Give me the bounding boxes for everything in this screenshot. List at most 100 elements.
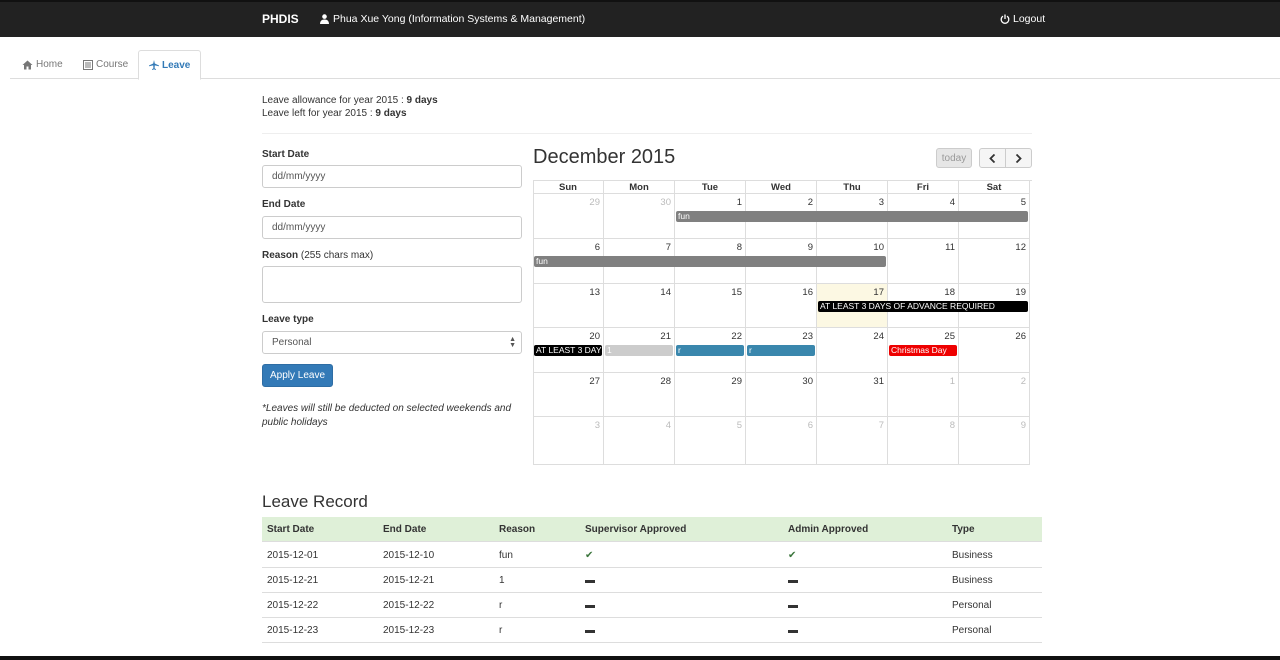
calendar-event[interactable]: 1 [605,345,673,356]
user-icon [320,14,329,24]
calendar-event[interactable]: r [676,345,744,356]
main-tabs: Home Course Leave [10,50,1280,80]
calendar-day-cell[interactable]: 15 [675,284,746,328]
start-date-input[interactable]: dd/mm/yyyy [262,165,522,188]
apply-leave-button[interactable]: Apply Leave [262,364,333,387]
allowance-label: Leave allowance for year 2015 : [262,95,407,106]
calendar-day-cell[interactable]: 24 [817,328,888,373]
calendar-day-cell[interactable]: 2 [959,373,1030,417]
calendar-day-cell[interactable]: 7 [817,417,888,465]
weekday-header: Thu [817,180,888,194]
calendar-day-cell[interactable]: 28 [604,373,675,417]
weekday-header: Tue [675,180,746,194]
calendar-day-cell[interactable]: 29 [533,194,604,239]
table-row[interactable]: 2015-12-21 2015-12-21 1 ▬ ▬ Business [262,568,1042,593]
calendar-day-cell[interactable]: 27 [533,373,604,417]
calendar-day-cell[interactable]: 31 [817,373,888,417]
leave-left-value: 9 days [375,108,407,119]
calendar-day-cell[interactable]: 29 [675,373,746,417]
weekday-header: Sat [959,180,1030,194]
reason-hint: (255 chars max) [298,250,374,261]
calendar-event[interactable]: fun [676,211,1028,222]
power-icon [1000,14,1010,24]
plane-icon [149,60,159,70]
leave-type-select[interactable]: Personal ▲ ▼ [262,331,522,354]
reason-textarea[interactable] [262,266,522,303]
table-row[interactable]: 2015-12-01 2015-12-10 fun ✔ ✔ Business [262,543,1042,568]
table-cell: 2015-12-23 [267,625,319,636]
table-row[interactable]: 2015-12-23 2015-12-23 r ▬ ▬ Personal [262,618,1042,643]
table-cell: 2015-12-21 [383,575,435,586]
table-cell: 2015-12-10 [383,550,435,561]
calendar-event[interactable]: AT LEAST 3 DAYS [534,345,602,356]
calendar-day-cell[interactable]: 30 [604,194,675,239]
calendar-day-cell[interactable]: 1 [888,373,959,417]
table-cell: 2015-12-21 [267,575,319,586]
calendar-event[interactable]: AT LEAST 3 DAYS OF ADVANCE REQUIRED [818,301,1028,312]
approval-status-icon: ▬ [585,600,595,611]
table-cell: 2015-12-23 [383,625,435,636]
start-date-placeholder: dd/mm/yyyy [272,171,326,182]
approval-status-icon: ▬ [788,600,798,611]
table-header-row: Start Date End Date Reason Supervisor Appro… [262,517,1042,542]
table-cell: 1 [499,575,505,586]
current-user[interactable]: Phua Xue Yong (Information Systems & Man… [320,13,585,25]
divider [262,133,1032,134]
table-cell: 2015-12-22 [383,600,435,611]
leave-type-value: Personal [272,337,312,348]
today-button[interactable]: today [936,148,972,168]
allowance-value: 9 days [406,95,438,106]
calendar-grid: Sun Mon Tue Wed Thu Fri Sat 29 30 1 2 3 4 5 6 7 8 9 10 11 12… [533,180,1032,465]
table-cell: r [499,600,503,611]
table-cell: fun [499,550,513,561]
calendar-day-cell[interactable]: 3 [533,417,604,465]
start-date-label: Start Date [262,149,310,160]
column-header[interactable]: Reason [499,517,535,542]
bottom-edge [0,656,1280,660]
home-icon [22,60,33,70]
user-name: Phua Xue Yong (Information Systems & Man… [333,13,586,25]
calendar-day-cell[interactable]: 13 [533,284,604,328]
tab-course[interactable]: Course [73,50,138,79]
column-header[interactable]: Admin Approved [788,517,868,542]
tab-home[interactable]: Home [12,50,73,79]
leave-left-label: Leave left for year 2015 : [262,108,376,119]
end-date-input[interactable]: dd/mm/yyyy [262,216,522,239]
calendar-day-cell[interactable]: 14 [604,284,675,328]
brand-logo[interactable]: PHDIS [262,12,299,26]
chevron-left-icon [989,153,996,163]
calendar-day-cell[interactable]: 12 [959,239,1030,284]
approval-status-icon: ▬ [585,625,595,636]
calendar-event[interactable]: fun [534,256,886,267]
tab-leave[interactable]: Leave [138,50,202,80]
calendar-day-cell[interactable]: 5 [675,417,746,465]
column-header[interactable]: End Date [383,517,426,542]
calendar-day-cell[interactable]: 9 [959,417,1030,465]
approval-status-icon: ✔ [788,550,797,561]
end-date-label: End Date [262,199,306,210]
column-header[interactable]: Type [952,517,975,542]
table-row[interactable]: 2015-12-22 2015-12-22 r ▬ ▬ Personal [262,593,1042,618]
calendar-day-cell[interactable]: 30 [746,373,817,417]
table-cell: Business [952,575,993,586]
column-header[interactable]: Start Date [267,517,314,542]
calendar-day-cell[interactable]: 11 [888,239,959,284]
reason-label-text: Reason [262,250,299,261]
tab-leave-label: Leave [162,59,191,71]
calendar-day-cell[interactable]: 16 [746,284,817,328]
calendar-event[interactable]: Christmas Day [889,345,957,356]
select-caret-icon: ▲ ▼ [509,336,516,349]
logout-label: Logout [1013,13,1046,25]
calendar-day-cell[interactable]: 26 [959,328,1030,373]
prev-month-button[interactable] [979,148,1006,168]
logout-button[interactable]: Logout [1000,13,1045,25]
next-month-button[interactable] [1005,148,1032,168]
calendar-day-cell[interactable]: 8 [888,417,959,465]
calendar-day-cell[interactable]: 6 [746,417,817,465]
approval-status-icon: ✔ [585,550,594,561]
approval-status-icon: ▬ [788,575,798,586]
column-header[interactable]: Supervisor Approved [585,517,686,542]
calendar-event[interactable]: r [747,345,815,356]
chevron-right-icon [1015,153,1022,163]
calendar-day-cell[interactable]: 4 [604,417,675,465]
